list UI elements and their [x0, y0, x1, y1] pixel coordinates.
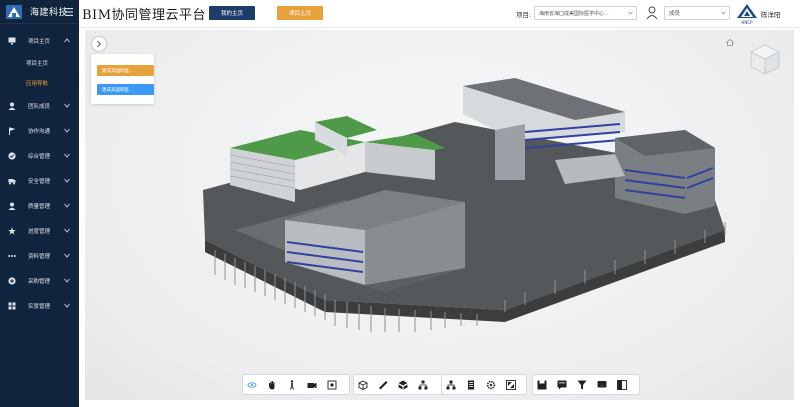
annotate-icon[interactable] [557, 380, 567, 390]
sidebar-subitem-app-nav[interactable]: 应用导航 [0, 73, 79, 93]
sidebar-subitem-label: 应用导航 [26, 81, 49, 87]
toolbar-group-model [353, 374, 445, 395]
company-logo-icon [6, 4, 22, 19]
chevron-up-icon [64, 38, 70, 43]
dots-icon [8, 252, 16, 260]
sidebar-item-label: 质量管理 [28, 203, 51, 210]
bim-viewport[interactable]: 建成美国际医... 建成美国际医... ... [85, 30, 794, 400]
sidebar-item-label: 进度管理 [28, 228, 51, 235]
hierarchy-icon[interactable] [446, 380, 456, 390]
sidebar-item-label: 项目主页 [28, 38, 51, 45]
top-header: BIM协同管理云平台 我的主页 项目主页 项目: 海南省海囗成美国际医学中心..… [79, 0, 800, 28]
bim-building-model[interactable] [85, 30, 794, 400]
toolbar-group-properties [441, 374, 527, 395]
model-button-1[interactable]: 建成美国际医... [97, 65, 154, 76]
navigation-panel [91, 54, 154, 104]
walk-person-icon[interactable] [287, 379, 297, 390]
properties-icon[interactable] [466, 380, 476, 390]
comment-icon[interactable]: ... [597, 380, 607, 390]
chevron-down-icon [64, 228, 70, 233]
sidebar-item-label: 团队成员 [28, 103, 51, 110]
sidebar-item-label: 资料管理 [28, 253, 51, 260]
chevron-down-icon [64, 153, 70, 158]
chevron-down-icon [64, 203, 70, 208]
chevron-down-icon [64, 128, 70, 133]
settings-gear-icon[interactable] [486, 380, 496, 390]
sidebar-item-label: 采购管理 [28, 278, 51, 285]
brand-logo: HNCP [737, 4, 757, 25]
fit-view-icon[interactable] [327, 380, 337, 390]
chevron-down-icon [628, 11, 633, 15]
fullscreen-icon[interactable] [506, 379, 516, 390]
chevron-right-icon [97, 40, 102, 48]
sidebar-item-team[interactable]: 团队成员 [0, 93, 79, 118]
model-button-2[interactable]: 建成美国际医... [97, 84, 154, 95]
sidebar: 海建科技 项目主页 项目主页 应用导航 团队成员 协作沟通 综合管理 安全管理 … [0, 0, 79, 407]
star-icon [8, 226, 16, 235]
sidebar-subitem-project-home[interactable]: 项目主页 [0, 53, 79, 73]
project-label: 项目: [516, 11, 532, 19]
model-tree-icon[interactable] [418, 380, 428, 390]
chevron-down-icon [721, 11, 726, 15]
measure-ruler-icon[interactable] [378, 380, 388, 390]
person-badge-icon [8, 202, 16, 210]
home-view-icon[interactable] [726, 39, 734, 46]
page-title: BIM协同管理云平台 [82, 8, 206, 23]
brand-name: 海建科技 [30, 8, 69, 18]
sidebar-item-documents[interactable]: 资料管理 [0, 243, 79, 268]
check-circle-icon [8, 151, 16, 160]
chevron-down-icon [64, 178, 70, 183]
split-view-icon[interactable] [617, 379, 627, 390]
project-home-button[interactable]: 项目主页 [277, 6, 323, 20]
orbit-icon[interactable] [247, 380, 257, 390]
sidebar-item-label: 实景管理 [28, 303, 51, 310]
sidebar-item-collaboration[interactable]: 协作沟通 [0, 118, 79, 143]
filter-icon[interactable] [577, 380, 587, 390]
section-box-icon[interactable] [358, 379, 368, 390]
my-home-button[interactable]: 我的主页 [209, 6, 255, 20]
viewcube-icon[interactable] [747, 41, 783, 77]
sidebar-item-label: 协作沟通 [28, 128, 51, 135]
chevron-down-icon [64, 103, 70, 108]
role-select-value: 成员 [669, 11, 681, 17]
explode-icon[interactable] [398, 380, 408, 390]
user-name: 陈洋阳 [761, 11, 781, 19]
person-icon [8, 102, 16, 110]
panel-toggle-button[interactable] [91, 36, 107, 52]
menu-collapse-icon[interactable] [64, 7, 74, 17]
app-window: 海建科技 项目主页 项目主页 应用导航 团队成员 协作沟通 综合管理 安全管理 … [0, 0, 800, 407]
flag-icon [8, 127, 16, 135]
svg-text:...: ... [600, 382, 603, 386]
pan-hand-icon[interactable] [267, 380, 277, 390]
user-avatar-icon [646, 6, 658, 20]
svg-text:HNCP: HNCP [741, 20, 753, 25]
project-select-value: 海南省海囗成美国际医学中心... [539, 10, 609, 17]
chevron-down-icon [64, 303, 70, 308]
truck-icon [8, 177, 16, 185]
grid-icon [8, 302, 16, 310]
sidebar-item-procurement[interactable]: 采购管理 [0, 268, 79, 293]
save-icon[interactable] [537, 380, 547, 390]
sidebar-item-label: 综合管理 [28, 153, 51, 160]
monitor-icon [8, 37, 16, 45]
sidebar-item-progress[interactable]: 进度管理 [0, 218, 79, 243]
sidebar-item-general[interactable]: 综合管理 [0, 143, 79, 168]
toolbar-group-navigation [242, 374, 350, 395]
camera-icon[interactable] [307, 380, 317, 390]
toolbar-group-tools: ... [532, 374, 640, 395]
chevron-down-icon [64, 253, 70, 258]
sidebar-item-reality[interactable]: 实景管理 [0, 293, 79, 318]
plus-circle-icon [8, 276, 16, 285]
sidebar-subitem-label: 项目主页 [26, 61, 49, 67]
sidebar-item-safety[interactable]: 安全管理 [0, 168, 79, 193]
sidebar-item-quality[interactable]: 质量管理 [0, 193, 79, 218]
sidebar-nav: 项目主页 项目主页 应用导航 团队成员 协作沟通 综合管理 安全管理 质量管理 … [0, 28, 79, 318]
project-select[interactable]: 海南省海囗成美国际医学中心... [534, 6, 637, 20]
role-select[interactable]: 成员 [664, 6, 730, 20]
sidebar-item-project-home[interactable]: 项目主页 [0, 28, 79, 53]
chevron-down-icon [64, 278, 70, 283]
sidebar-item-label: 安全管理 [28, 178, 51, 185]
